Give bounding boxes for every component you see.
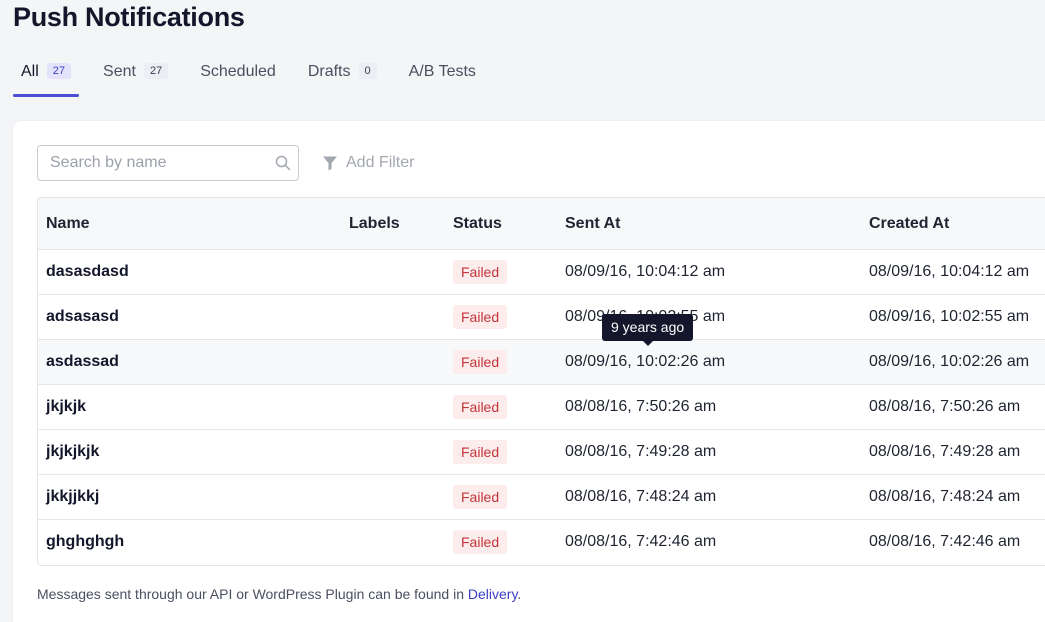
status-badge: Failed [453,305,508,329]
tab-all[interactable]: All 27 [13,52,80,98]
table-row[interactable]: dasasdasd Failed 08/09/16, 10:04:12 am 0… [38,250,1045,295]
tab-sent[interactable]: Sent 27 [103,52,169,98]
column-header-status[interactable]: Status [453,198,502,250]
row-created-at: 08/09/16, 10:02:26 am [869,353,1030,370]
row-sent-at: 08/08/16, 7:49:28 am [565,443,717,460]
tab-count-badge: 0 [358,63,377,79]
tab-label: A/B Tests [408,63,476,80]
row-name[interactable]: jkjkjkjk [46,430,99,474]
row-created-at: 08/08/16, 7:50:26 am [869,398,1021,415]
status-badge: Failed [453,350,508,374]
tab-drafts[interactable]: Drafts 0 [308,52,377,98]
footnote: Messages sent through our API or WordPre… [37,586,521,602]
table-row[interactable]: asdassad Failed 08/09/16, 10:02:26 am 08… [38,340,1045,385]
add-filter-button[interactable]: Add Filter [322,151,414,175]
row-created-at: 08/08/16, 7:49:28 am [869,443,1021,460]
tab-bar: All 27 Sent 27 Scheduled Drafts 0 A/B Te… [13,52,508,98]
table-row[interactable]: jkjkjk Failed 08/08/16, 7:50:26 am 08/08… [38,385,1045,430]
delivery-link[interactable]: Delivery [468,586,518,602]
tab-label: Drafts [307,63,351,80]
row-created-at: 08/08/16, 7:42:46 am [869,533,1021,550]
status-badge: Failed [453,440,508,464]
row-sent-at: 08/09/16, 10:02:26 am [565,353,726,370]
tab-count-badge: 27 [143,63,169,79]
tab-label: All [21,63,39,80]
table-row[interactable]: adsasasd Failed 08/09/16, 10:02:55 am 08… [38,295,1045,340]
column-header-created-at[interactable]: Created At [869,198,949,250]
search-icon[interactable] [268,155,298,171]
filter-icon [322,155,338,171]
row-name[interactable]: ghghghgh [46,520,124,564]
page-title: Push Notifications [13,2,245,32]
row-name[interactable]: jkkjjkkj [46,475,99,519]
table-row[interactable]: ghghghgh Failed 08/08/16, 7:42:46 am 08/… [38,520,1045,565]
time-tooltip: 9 years ago [602,314,694,346]
status-badge: Failed [453,395,508,419]
footnote-text: Messages sent through our API or WordPre… [37,586,468,602]
column-header-labels[interactable]: Labels [349,198,400,250]
column-header-name[interactable]: Name [46,198,90,250]
status-badge: Failed [453,260,508,284]
search-input[interactable] [38,146,268,180]
add-filter-label: Add Filter [346,154,415,171]
status-badge: Failed [453,530,508,554]
row-created-at: 08/09/16, 10:04:12 am [869,263,1030,280]
row-name[interactable]: dasasdasd [46,250,129,294]
row-sent-at: 08/08/16, 7:48:24 am [565,488,717,505]
tab-label: Sent [103,63,136,80]
table-row[interactable]: jkjkjkjk Failed 08/08/16, 7:49:28 am 08/… [38,430,1045,475]
row-sent-at: 08/08/16, 7:50:26 am [565,398,717,415]
table-header: Name Labels Status Sent At Created At [38,198,1045,250]
tab-count-badge: 27 [46,63,72,79]
tab-ab-tests[interactable]: A/B Tests [409,52,476,98]
tab-scheduled[interactable]: Scheduled [200,52,276,98]
row-sent-at: 08/08/16, 7:42:46 am [565,533,717,550]
row-sent-at: 08/09/16, 10:04:12 am [565,263,726,280]
status-badge: Failed [453,485,508,509]
row-name[interactable]: asdassad [46,340,119,384]
row-name[interactable]: jkjkjk [46,385,86,429]
notifications-card: Add Filter Name Labels Status Sent At Cr… [13,121,1045,622]
column-header-sent-at[interactable]: Sent At [565,198,620,250]
row-name[interactable]: adsasasd [46,295,119,339]
row-created-at: 08/08/16, 7:48:24 am [869,488,1021,505]
notifications-table: Name Labels Status Sent At Created At da… [37,197,1045,566]
tab-label: Scheduled [200,63,276,80]
footnote-suffix: . [517,586,522,602]
table-row[interactable]: jkkjjkkj Failed 08/08/16, 7:48:24 am 08/… [38,475,1045,520]
row-created-at: 08/09/16, 10:02:55 am [869,308,1030,325]
search-box [37,145,299,181]
